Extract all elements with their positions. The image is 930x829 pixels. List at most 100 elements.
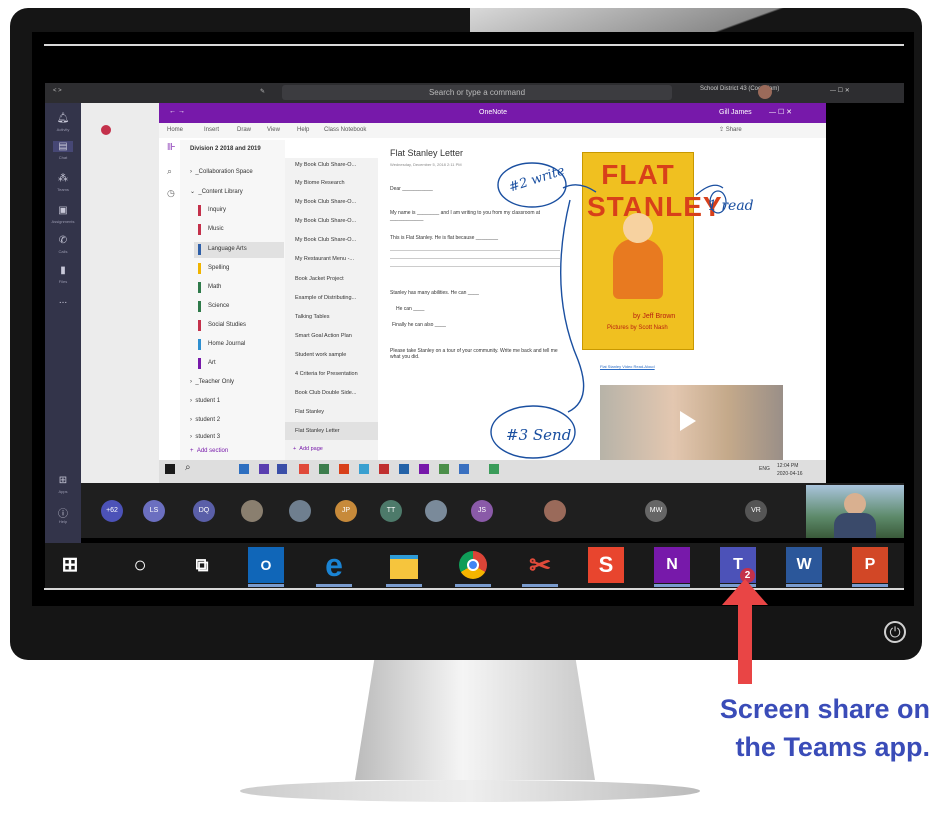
section-item[interactable]: ⌄ _Content Library xyxy=(190,188,243,195)
search-icon[interactable]: ⌕ xyxy=(167,166,181,177)
onenote-icon[interactable]: N xyxy=(654,547,690,583)
section-item[interactable]: Social Studies xyxy=(208,322,246,328)
page-item[interactable]: My Biome Research xyxy=(295,180,345,186)
participant-overflow[interactable]: +62 xyxy=(101,500,123,522)
section-item[interactable]: › student 3 xyxy=(190,434,220,440)
back-forward-icon[interactable]: ← → xyxy=(169,108,185,115)
page-item[interactable]: My Book Club Share-O... xyxy=(295,218,356,224)
participant-avatar[interactable]: LS xyxy=(143,500,165,522)
self-video-thumbnail[interactable] xyxy=(806,485,904,538)
participant-avatar-photo[interactable] xyxy=(289,500,311,522)
running-indicator xyxy=(455,584,491,587)
snipping-tool-icon[interactable]: ✂ xyxy=(522,547,558,583)
menu-draw[interactable]: Draw xyxy=(237,127,251,133)
share-label: Share xyxy=(725,127,742,133)
page-item[interactable]: Smart Goal Action Plan xyxy=(295,333,352,339)
rail-label-calls: Calls xyxy=(58,249,68,254)
participant-avatar-photo[interactable] xyxy=(425,500,447,522)
page-item[interactable]: My Book Club Share-O... xyxy=(295,199,356,205)
page-item[interactable]: Example of Distributing... xyxy=(295,295,356,301)
app-icon xyxy=(419,464,429,474)
participant-avatar-photo[interactable] xyxy=(544,500,566,522)
teams-search-input[interactable]: Search or type a command xyxy=(282,85,672,100)
running-indicator xyxy=(248,584,284,587)
outlook-icon[interactable]: O xyxy=(248,547,284,583)
participant-avatar[interactable]: VR xyxy=(745,500,767,522)
menu-home[interactable]: Home xyxy=(167,127,183,133)
app-icon xyxy=(259,464,269,474)
page-canvas[interactable]: Flat Stanley Letter Wednesday, December … xyxy=(378,140,826,460)
notebooks-icon[interactable]: ⊪ xyxy=(167,142,181,153)
power-icon[interactable]: ⏻ xyxy=(884,621,906,643)
file-explorer-icon[interactable] xyxy=(386,547,422,583)
teams-icon[interactable]: ⁂ xyxy=(53,173,73,184)
section-item[interactable]: › student 2 xyxy=(190,417,220,423)
section-item[interactable]: › student 1 xyxy=(190,398,220,404)
app-icon xyxy=(439,464,449,474)
user-avatar[interactable] xyxy=(758,85,772,99)
page-item[interactable]: Student work sample xyxy=(295,352,346,358)
add-section-button[interactable]: + Add section xyxy=(190,448,228,454)
section-item[interactable]: Art xyxy=(208,360,216,366)
assignments-icon[interactable]: ▣ xyxy=(53,205,73,216)
page-item[interactable]: Talking Tables xyxy=(295,314,329,320)
calls-icon[interactable]: ✆ xyxy=(53,235,73,246)
share-button[interactable]: ⇪ Share xyxy=(719,126,742,133)
page-item-selected[interactable]: Flat Stanley Letter xyxy=(295,428,340,434)
help-icon[interactable]: ⓘ xyxy=(53,505,73,520)
window-controls-icon[interactable]: — ☐ ✕ xyxy=(769,108,792,116)
apps-icon[interactable]: ⊞ xyxy=(53,475,73,486)
page-item[interactable]: My Book Club Share-O... xyxy=(295,162,356,168)
windows-start-icon[interactable]: ⊞ xyxy=(52,547,88,583)
participant-avatar[interactable]: MW xyxy=(645,500,667,522)
arrow-shaft xyxy=(738,598,752,684)
notebook-name[interactable]: Division 2 2018 and 2019 xyxy=(190,146,261,152)
section-item[interactable]: › _Collaboration Space xyxy=(190,169,253,175)
page-item[interactable]: My Restaurant Menu -... xyxy=(295,256,354,262)
onenote-user[interactable]: Gill James xyxy=(719,109,752,116)
page-item[interactable]: 4 Criteria for Presentation xyxy=(295,371,358,377)
section-item[interactable]: › _Teacher Only xyxy=(190,379,234,385)
section-item[interactable]: Music xyxy=(208,226,224,232)
participant-avatar[interactable]: JP xyxy=(335,500,357,522)
word-icon[interactable]: W xyxy=(786,547,822,583)
files-icon[interactable]: ▮ xyxy=(53,265,73,276)
participant-avatar[interactable]: TT xyxy=(380,500,402,522)
chat-icon[interactable]: ▤ xyxy=(53,141,73,152)
more-icon[interactable]: ... xyxy=(53,295,73,306)
add-page-button[interactable]: + Add page xyxy=(293,446,323,452)
section-item[interactable]: Science xyxy=(208,303,229,309)
menu-view[interactable]: View xyxy=(267,127,280,133)
annotation-read: 1 read xyxy=(708,198,754,214)
page-item[interactable]: Book Club Double Side... xyxy=(295,390,356,396)
onenote-title-bar: ← → OneNote Gill James — ☐ ✕ xyxy=(159,103,826,123)
menu-insert[interactable]: Insert xyxy=(204,127,219,133)
participant-avatar[interactable]: DQ xyxy=(193,500,215,522)
snagit-icon[interactable]: S xyxy=(588,547,624,583)
section-item-selected[interactable]: Language Arts xyxy=(208,246,247,252)
participant-avatar[interactable]: JS xyxy=(471,500,493,522)
participant-avatar-photo[interactable] xyxy=(241,500,263,522)
section-item[interactable]: Home Journal xyxy=(208,341,245,347)
powerpoint-icon[interactable]: P xyxy=(852,547,888,583)
section-item[interactable]: Spelling xyxy=(208,265,229,271)
running-indicator xyxy=(386,584,422,587)
compose-icon[interactable]: ✎ xyxy=(260,88,265,95)
bell-icon[interactable]: 🔔︎ xyxy=(53,113,73,124)
clock-date: 2020-04-16 xyxy=(777,471,803,477)
page-item[interactable]: Book Jacket Project xyxy=(295,276,344,282)
section-item[interactable]: Math xyxy=(208,284,221,290)
back-forward-icon[interactable]: < > xyxy=(53,88,62,94)
task-view-icon[interactable]: ⧉ xyxy=(184,547,220,583)
section-label: _Collaboration Space xyxy=(195,169,253,175)
menu-help[interactable]: Help xyxy=(297,127,309,133)
page-item[interactable]: My Book Club Share-O... xyxy=(295,237,356,243)
edge-icon[interactable]: e xyxy=(316,547,352,583)
page-item[interactable]: Flat Stanley xyxy=(295,409,324,415)
chrome-icon[interactable] xyxy=(455,547,491,583)
recent-icon[interactable]: ◷ xyxy=(167,188,181,199)
window-controls-icon[interactable]: — ☐ ✕ xyxy=(830,87,850,94)
menu-class-notebook[interactable]: Class Notebook xyxy=(324,127,366,133)
section-item[interactable]: Inquiry xyxy=(208,207,226,213)
cortana-icon[interactable]: ○ xyxy=(122,547,158,583)
